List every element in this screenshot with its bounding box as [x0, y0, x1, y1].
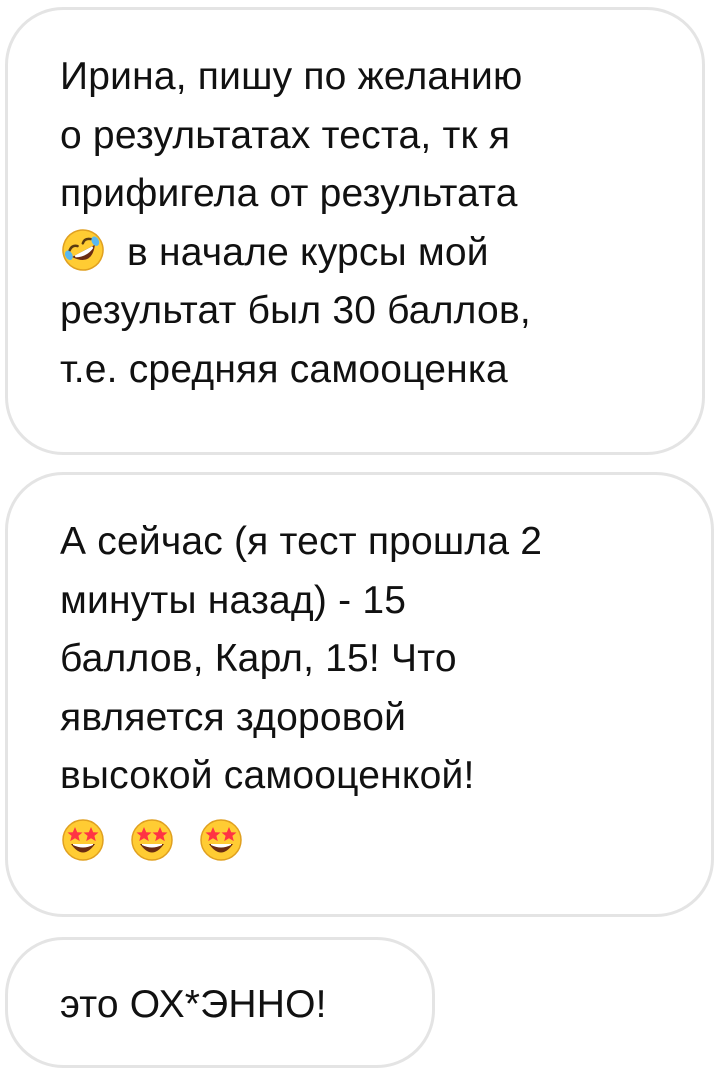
message-line: о результатах теста, тк я: [60, 113, 511, 157]
message-line: является здоровой: [60, 695, 407, 739]
message-line: это ОХ*ЭННО!: [60, 983, 327, 1026]
message-line: прифигела от результата: [60, 172, 518, 215]
star-struck-icon: [60, 817, 106, 863]
message-line: баллов, Карл, 15! Что: [60, 637, 457, 680]
message-line: Ирина, пишу по желанию: [60, 55, 523, 98]
message-bubble-1[interactable]: Ирина, пишу по желанию о результатах тес…: [5, 7, 705, 455]
message-line: высокой самооценкой!: [60, 754, 475, 797]
star-struck-icon: [129, 817, 175, 863]
message-bubble-3[interactable]: это ОХ*ЭННО!: [5, 937, 435, 1068]
star-struck-icon: [198, 817, 244, 863]
message-line: А сейчас (я тест прошла 2: [60, 520, 543, 563]
message-line-with-emoji: в начале курсы мой: [60, 224, 682, 283]
emoji-row: [60, 806, 691, 868]
message-bubble-2[interactable]: А сейчас (я тест прошла 2 минуты назад) …: [5, 472, 714, 917]
message-line: т.е. средняя самооценка: [60, 347, 508, 391]
message-line: результат был 30 баллов,: [60, 289, 531, 332]
message-line: минуты назад) - 15: [60, 578, 407, 622]
rolling-on-floor-laughing-icon: [60, 227, 106, 273]
